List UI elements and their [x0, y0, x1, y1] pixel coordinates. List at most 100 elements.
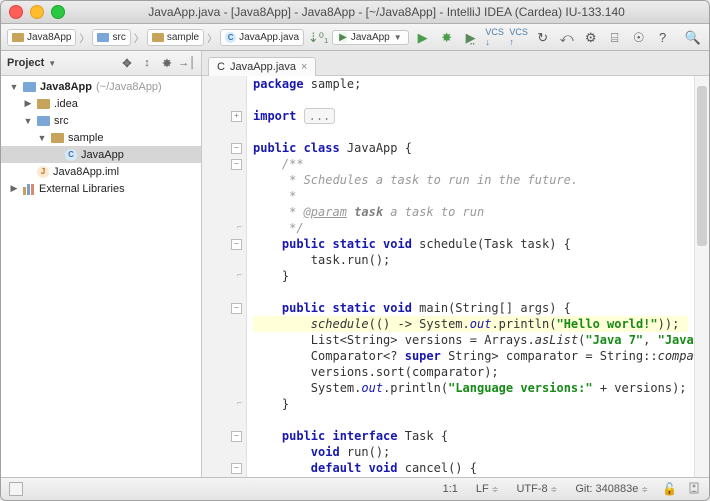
gutter-line[interactable] — [202, 124, 246, 140]
code-line[interactable]: */ — [253, 220, 688, 236]
tree-arrow[interactable]: ▼ — [37, 133, 47, 143]
autoscroll-button[interactable]: ✥ — [119, 55, 135, 71]
fold-toggle[interactable]: − — [231, 431, 242, 442]
code-line[interactable]: } — [253, 396, 688, 412]
code-line[interactable]: // Do nothing — [253, 476, 688, 477]
hector-icon[interactable] — [687, 481, 701, 498]
code-line[interactable] — [253, 412, 688, 428]
gutter-line[interactable] — [202, 412, 246, 428]
tree-node[interactable]: ▼Java8App (~/Java8App) — [1, 78, 201, 95]
fold-toggle[interactable]: − — [231, 463, 242, 474]
gutter-line[interactable]: − — [202, 300, 246, 316]
gutter-line[interactable] — [202, 188, 246, 204]
gutter-line[interactable] — [202, 204, 246, 220]
vcs-commit-button[interactable]: VCS↑ — [509, 27, 529, 47]
tree-arrow[interactable]: ▶ — [23, 98, 33, 109]
gutter-line[interactable] — [202, 284, 246, 300]
gutter-line[interactable] — [202, 316, 246, 332]
tree-node[interactable]: ▼src — [1, 112, 201, 129]
git-branch[interactable]: Git: 340883e≑ — [571, 483, 652, 495]
gutter-line[interactable] — [202, 380, 246, 396]
code-line[interactable]: package sample; — [253, 76, 688, 92]
code-editor[interactable]: +−−⌐−⌐−⌐−− package sample; import ... pu… — [202, 76, 709, 477]
gutter-line[interactable]: + — [202, 108, 246, 124]
collapse-all-button[interactable]: ↕ — [139, 55, 155, 71]
code-line[interactable]: void run(); — [253, 444, 688, 460]
run-configuration-selector[interactable]: ▶ JavaApp ▼ — [332, 30, 409, 45]
gutter-line[interactable] — [202, 252, 246, 268]
code-line[interactable]: versions.sort(comparator); — [253, 364, 688, 380]
fold-toggle[interactable]: − — [231, 159, 242, 170]
file-encoding[interactable]: UTF-8≑ — [512, 483, 561, 495]
help-button[interactable]: ? — [653, 27, 673, 47]
gutter-line[interactable]: − — [202, 156, 246, 172]
tree-arrow[interactable]: ▶ — [9, 183, 19, 194]
sdk-button[interactable]: ☉ — [629, 27, 649, 47]
vcs-update-button[interactable]: VCS↓ — [485, 27, 505, 47]
gutter-line[interactable] — [202, 92, 246, 108]
gutter-line[interactable] — [202, 444, 246, 460]
tree-arrow[interactable]: ▼ — [9, 82, 19, 92]
code-line[interactable]: import ... — [253, 108, 688, 124]
code-line[interactable]: schedule(() -> System.out.println("Hello… — [253, 316, 688, 332]
gutter-line[interactable]: ⌐ — [202, 220, 246, 236]
gutter-line[interactable] — [202, 332, 246, 348]
panel-settings-button[interactable]: ✸ — [159, 55, 175, 71]
caret-position[interactable]: 1:1 — [439, 483, 462, 495]
gutter-line[interactable] — [202, 76, 246, 92]
debug-button[interactable]: ✸ — [437, 27, 457, 47]
code-viewport[interactable]: package sample; import ... public class … — [247, 76, 694, 477]
tab-close-button[interactable]: × — [301, 61, 307, 73]
code-line[interactable]: Comparator<? super String> comparator = … — [253, 348, 688, 364]
gutter-line[interactable]: − — [202, 236, 246, 252]
code-line[interactable]: default void cancel() { — [253, 460, 688, 476]
code-line[interactable]: public static void schedule(Task task) { — [253, 236, 688, 252]
gutter-line[interactable]: − — [202, 140, 246, 156]
gutter-line[interactable]: − — [202, 460, 246, 476]
gutter-line[interactable] — [202, 348, 246, 364]
project-tree[interactable]: ▼Java8App (~/Java8App)▶.idea▼src▼sampleC… — [1, 76, 201, 477]
make-project-button[interactable]: ⇣⁰₁ — [308, 27, 328, 47]
settings-button[interactable]: ⚙ — [581, 27, 601, 47]
line-separator[interactable]: LF≑ — [472, 483, 503, 495]
code-line[interactable] — [253, 92, 688, 108]
code-line[interactable]: * — [253, 188, 688, 204]
minimize-window-button[interactable] — [30, 5, 44, 19]
tree-node[interactable]: JJava8App.iml — [1, 163, 201, 180]
code-line[interactable]: } — [253, 268, 688, 284]
run-button[interactable]: ▶ — [413, 27, 433, 47]
gutter-line[interactable]: ⌐ — [202, 396, 246, 412]
vcs-revert-button[interactable]: ⤺ — [557, 27, 577, 47]
editor-gutter[interactable]: +−−⌐−⌐−⌐−− — [202, 76, 247, 477]
editor-scrollbar[interactable] — [694, 76, 709, 477]
vcs-history-button[interactable]: ↻ — [533, 27, 553, 47]
code-line[interactable]: List<String> versions = Arrays.asList("J… — [253, 332, 688, 348]
code-line[interactable] — [253, 124, 688, 140]
scroll-thumb[interactable] — [697, 86, 707, 246]
code-line[interactable]: /** — [253, 156, 688, 172]
code-line[interactable]: * Schedules a task to run in the future. — [253, 172, 688, 188]
fold-toggle[interactable]: − — [231, 239, 242, 250]
tree-node[interactable]: ▶.idea — [1, 95, 201, 112]
readonly-toggle[interactable]: 🔓 — [662, 482, 677, 496]
gutter-line[interactable] — [202, 364, 246, 380]
gutter-line[interactable]: − — [202, 428, 246, 444]
breadcrumb-item[interactable]: CJavaApp.java — [220, 29, 304, 46]
code-line[interactable]: public class JavaApp { — [253, 140, 688, 156]
project-structure-button[interactable]: ⌸ — [605, 27, 625, 47]
tree-node[interactable]: CJavaApp — [1, 146, 201, 163]
status-tool-window-button[interactable] — [9, 482, 23, 496]
breadcrumb-item[interactable]: Java8App — [7, 29, 76, 46]
fold-toggle[interactable]: − — [231, 303, 242, 314]
zoom-window-button[interactable] — [51, 5, 65, 19]
fold-toggle[interactable]: + — [231, 111, 242, 122]
tree-arrow[interactable]: ▼ — [23, 116, 33, 126]
fold-toggle[interactable]: − — [231, 143, 242, 154]
code-line[interactable]: task.run(); — [253, 252, 688, 268]
code-line[interactable] — [253, 284, 688, 300]
code-line[interactable]: public static void main(String[] args) { — [253, 300, 688, 316]
editor-tab[interactable]: C JavaApp.java × — [208, 57, 316, 76]
gutter-line[interactable] — [202, 172, 246, 188]
hide-panel-button[interactable]: →│ — [179, 55, 195, 71]
titlebar[interactable]: JavaApp.java - [Java8App] - Java8App - [… — [1, 1, 709, 24]
